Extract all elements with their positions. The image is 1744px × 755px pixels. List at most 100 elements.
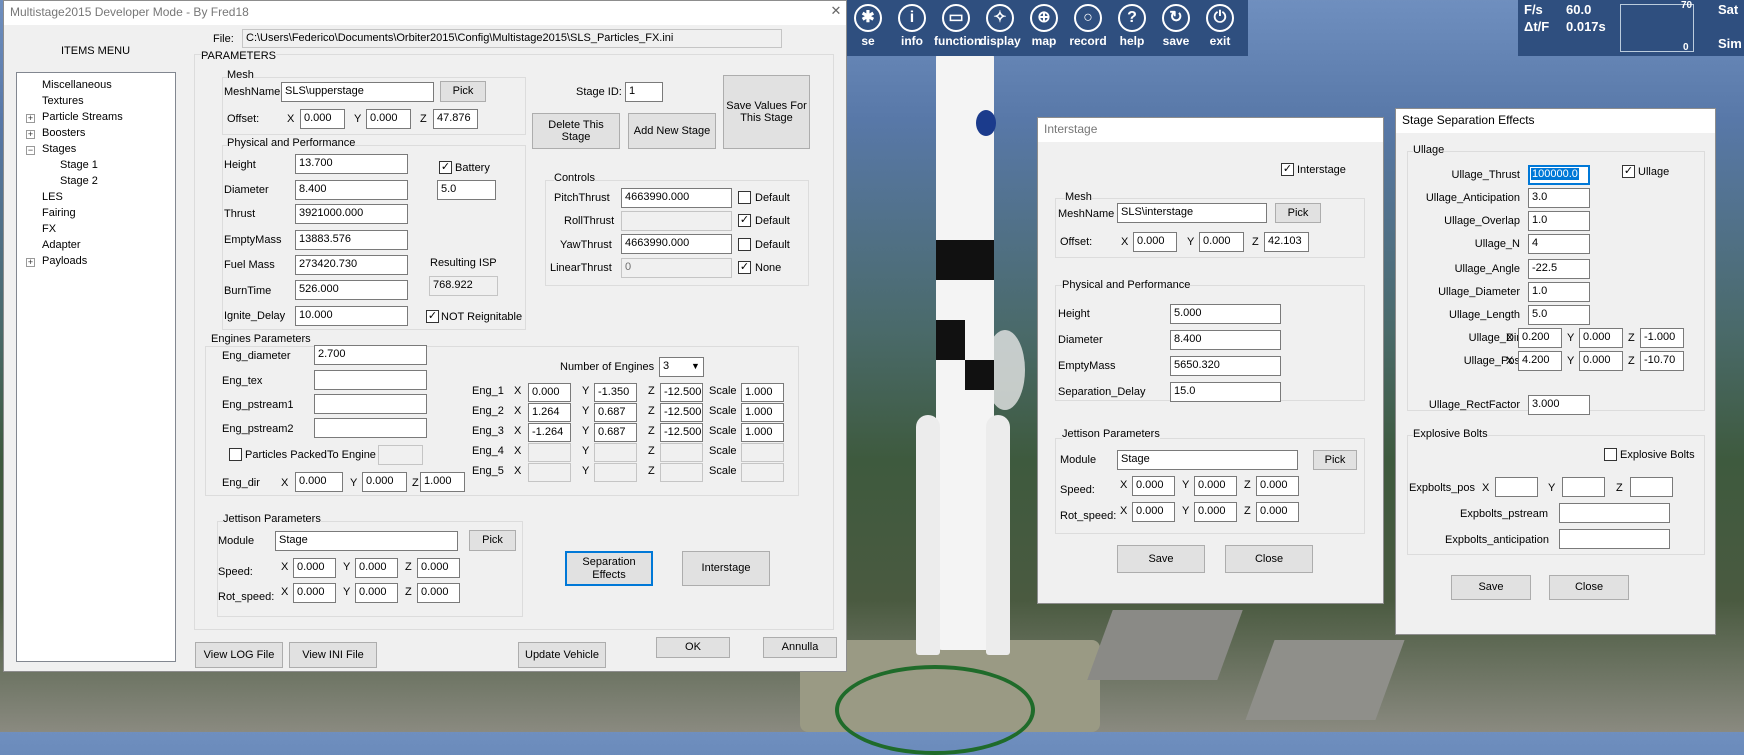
engine-y-input[interactable]: 0.687 xyxy=(594,423,637,442)
ok-button[interactable]: OK xyxy=(656,637,730,658)
toolbar-item-function[interactable]: ▭ function xyxy=(934,0,981,56)
engine-scale-input[interactable]: 1.000 xyxy=(741,423,784,442)
eng-pstream1-input[interactable] xyxy=(314,394,427,414)
eng-dir-x-input[interactable]: 0.000 xyxy=(295,472,343,492)
bolts-antic-input[interactable] xyxy=(1559,529,1670,549)
engine-scale-input[interactable] xyxy=(741,443,784,462)
engine-y-input[interactable] xyxy=(594,443,637,462)
eng-dir-z-input[interactable]: 1.000 xyxy=(420,472,465,492)
close-icon[interactable]: ✕ xyxy=(826,3,846,21)
to-engine-input[interactable] xyxy=(378,445,423,465)
tree-expand-icon[interactable]: + xyxy=(26,130,35,139)
tree-item[interactable]: Boosters xyxy=(42,127,85,139)
tree-item[interactable]: LES xyxy=(42,191,63,203)
jettison-rz-input[interactable]: 0.000 xyxy=(417,583,460,603)
engine-z-input[interactable]: -12.500 xyxy=(660,403,703,422)
interstage-module-input[interactable]: Stage xyxy=(1117,450,1298,470)
jettison-ry-input[interactable]: 0.000 xyxy=(355,583,398,603)
ullage-pos-z-input[interactable]: -10.70 xyxy=(1640,351,1684,371)
offset-x-input[interactable]: 0.000 xyxy=(300,109,345,129)
interstage-mesh-pick-button[interactable]: Pick xyxy=(1275,203,1321,223)
jettison-pick-button[interactable]: Pick xyxy=(469,530,516,551)
ullage-dir-x-input[interactable]: 0.200 xyxy=(1518,328,1562,348)
ullage-checkbox[interactable]: ✓ xyxy=(1622,165,1635,178)
save-values-button[interactable]: Save Values For This Stage xyxy=(723,75,810,149)
engine-y-input[interactable]: -1.350 xyxy=(594,383,637,402)
eng-diameter-input[interactable]: 2.700 xyxy=(314,345,427,365)
jettison-sx-input[interactable]: 0.000 xyxy=(293,558,336,578)
ullage-pos-y-input[interactable]: 0.000 xyxy=(1579,351,1623,371)
yaw-default-checkbox[interactable] xyxy=(738,238,751,251)
roll-input[interactable] xyxy=(621,211,732,231)
ignite-input[interactable]: 10.000 xyxy=(295,306,408,326)
offset-z-input[interactable]: 47.876 xyxy=(433,109,478,129)
tree-item[interactable]: Stages xyxy=(42,143,76,155)
toolbar-item-se[interactable]: ✱ se xyxy=(846,0,890,56)
interstage-jettison-rx-input[interactable]: 0.000 xyxy=(1132,502,1175,522)
jettison-sz-input[interactable]: 0.000 xyxy=(417,558,460,578)
interstage-height-input[interactable]: 5.000 xyxy=(1170,304,1281,324)
sepfx-close-button[interactable]: Close xyxy=(1549,575,1629,600)
toolbar-item-info[interactable]: i info xyxy=(890,0,934,56)
interstage-offset-y-input[interactable]: 0.000 xyxy=(1199,232,1244,252)
engine-x-input[interactable] xyxy=(528,443,571,462)
separation-effects-button[interactable]: Separation Effects xyxy=(565,551,653,586)
thrust-input[interactable]: 3921000.000 xyxy=(295,204,408,224)
tree-item[interactable]: Payloads xyxy=(42,255,87,267)
bolts-pos-x-input[interactable] xyxy=(1495,477,1538,497)
toolbar-item-map[interactable]: ⊕ map xyxy=(1022,0,1066,56)
tree-item[interactable]: FX xyxy=(42,223,56,235)
mesh-pick-button[interactable]: Pick xyxy=(440,81,486,102)
ullage-dir-z-input[interactable]: -1.000 xyxy=(1640,328,1684,348)
ullage-overlap-input[interactable]: 1.0 xyxy=(1528,211,1590,231)
height-input[interactable]: 13.700 xyxy=(295,154,408,174)
interstage-button[interactable]: Interstage xyxy=(682,551,770,586)
toolbar-item-help[interactable]: ? help xyxy=(1110,0,1154,56)
tree-item[interactable]: Miscellaneous xyxy=(42,79,112,91)
tree-item[interactable]: Fairing xyxy=(42,207,76,219)
delete-stage-button[interactable]: Delete This Stage xyxy=(532,113,620,149)
interstage-offset-x-input[interactable]: 0.000 xyxy=(1133,232,1177,252)
eng-pstream2-input[interactable] xyxy=(314,418,427,438)
chevron-down-icon[interactable]: ▼ xyxy=(691,361,700,371)
ullage-pos-x-input[interactable]: 4.200 xyxy=(1518,351,1562,371)
engine-z-input[interactable]: -12.500 xyxy=(660,423,703,442)
update-vehicle-button[interactable]: Update Vehicle xyxy=(518,642,606,668)
interstage-sepdelay-input[interactable]: 15.0 xyxy=(1170,382,1281,402)
interstage-meshname-input[interactable]: SLS\interstage xyxy=(1117,203,1267,223)
interstage-diameter-input[interactable]: 8.400 xyxy=(1170,330,1281,350)
emptymass-input[interactable]: 13883.576 xyxy=(295,230,408,250)
linear-input[interactable]: 0 xyxy=(621,258,732,278)
ullage-rect-input[interactable]: 3.000 xyxy=(1528,395,1590,415)
engine-z-input[interactable] xyxy=(660,463,703,482)
jettison-sy-input[interactable]: 0.000 xyxy=(355,558,398,578)
engine-z-input[interactable] xyxy=(660,443,703,462)
ullage-antic-input[interactable]: 3.0 xyxy=(1528,188,1590,208)
diameter-input[interactable]: 8.400 xyxy=(295,180,408,200)
engine-x-input[interactable] xyxy=(528,463,571,482)
ullage-dir-y-input[interactable]: 0.000 xyxy=(1579,328,1623,348)
engine-x-input[interactable]: 1.264 xyxy=(528,403,571,422)
roll-default-checkbox[interactable]: ✓ xyxy=(738,214,751,227)
interstage-save-button[interactable]: Save xyxy=(1117,545,1205,573)
jettison-rx-input[interactable]: 0.000 xyxy=(293,583,336,603)
bolts-pos-z-input[interactable] xyxy=(1630,477,1673,497)
engine-x-input[interactable]: -1.264 xyxy=(528,423,571,442)
tree-expand-icon[interactable]: − xyxy=(26,146,35,155)
interstage-enable-checkbox[interactable]: ✓ xyxy=(1281,163,1294,176)
items-tree[interactable]: Miscellaneous Textures + Particle Streams + B… xyxy=(16,72,176,662)
interstage-jettison-pick-button[interactable]: Pick xyxy=(1313,450,1357,470)
interstage-jettison-ry-input[interactable]: 0.000 xyxy=(1194,502,1237,522)
toolbar-item-exit[interactable]: ⏻ exit xyxy=(1198,0,1242,56)
eng-dir-y-input[interactable]: 0.000 xyxy=(362,472,407,492)
tree-item[interactable]: Stage 2 xyxy=(60,175,98,187)
interstage-emptymass-input[interactable]: 5650.320 xyxy=(1170,356,1281,376)
add-stage-button[interactable]: Add New Stage xyxy=(628,113,716,149)
interstage-jettison-sx-input[interactable]: 0.000 xyxy=(1132,476,1175,496)
tree-expand-icon[interactable]: + xyxy=(26,258,35,267)
engine-x-input[interactable]: 0.000 xyxy=(528,383,571,402)
fuelmass-input[interactable]: 273420.730 xyxy=(295,255,408,275)
bolts-pos-y-input[interactable] xyxy=(1562,477,1605,497)
tree-item[interactable]: Particle Streams xyxy=(42,111,123,123)
engine-y-input[interactable]: 0.687 xyxy=(594,403,637,422)
